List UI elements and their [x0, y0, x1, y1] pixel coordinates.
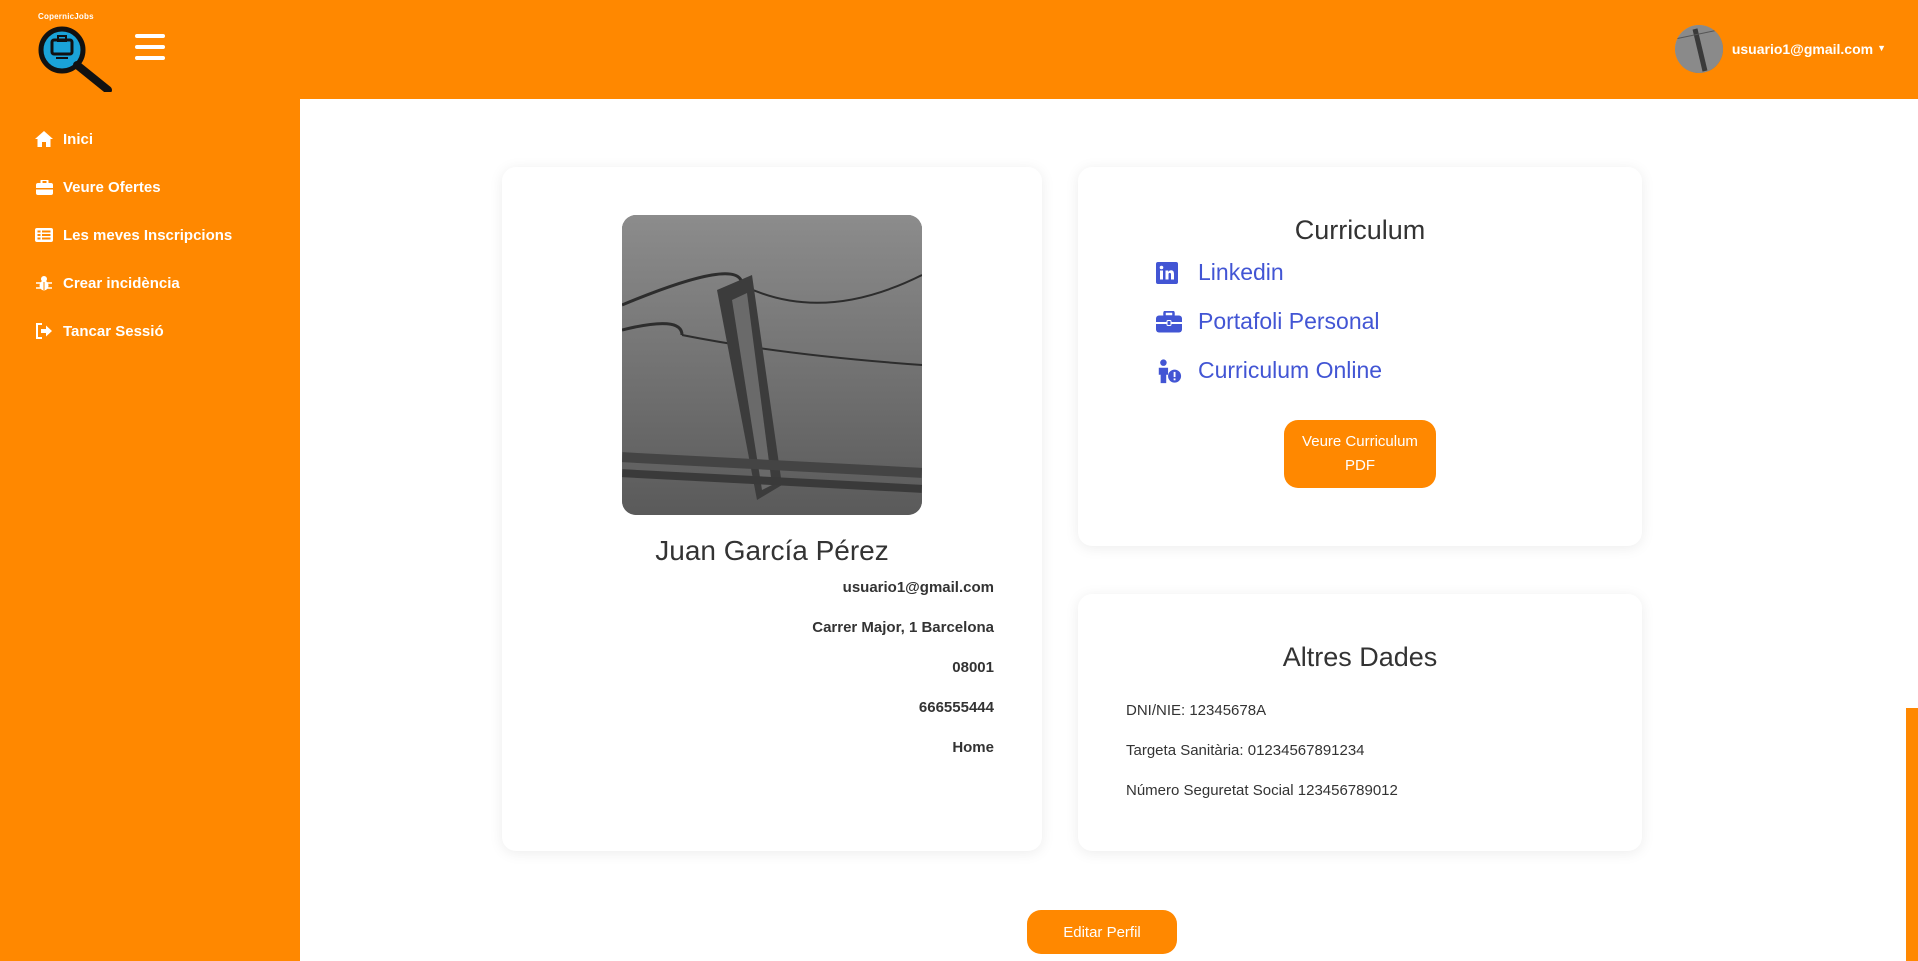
- sidebar-item-label: Inici: [63, 130, 94, 148]
- profile-name: Juan García Pérez: [655, 535, 889, 566]
- linkedin-icon: [1156, 260, 1182, 286]
- user-menu[interactable]: usuario1@gmail.com ▼: [1674, 24, 1886, 74]
- scrollbar[interactable]: [1906, 708, 1918, 961]
- profile-phone: 666555444: [918, 699, 994, 716]
- view-cv-pdf-button[interactable]: Veure Curriculum PDF: [1284, 420, 1436, 488]
- other-data-card: Altres Dades DNI/NIE: 12345678A Targeta …: [1078, 594, 1642, 851]
- sidebar-item-label: Les meves Inscripcions: [63, 226, 233, 244]
- list-icon: [34, 225, 54, 245]
- sidebar-item-inici[interactable]: Inici: [0, 115, 300, 163]
- online-cv-link[interactable]: Curriculum Online: [1156, 357, 1382, 384]
- sidebar-item-label: Tancar Sessió: [63, 322, 164, 340]
- curriculum-card: Curriculum Linkedin Portafoli Personal C…: [1078, 167, 1642, 546]
- sidebar-item-crear-incidencia[interactable]: Crear incidència: [0, 259, 300, 307]
- sidebar-item-inscripcions[interactable]: Les meves Inscripcions: [0, 211, 300, 259]
- avatar: [1674, 25, 1723, 73]
- profile-details: usuario1@gmail.com Carrer Major, 1 Barce…: [812, 579, 994, 779]
- other-data-title: Altres Dades: [1282, 642, 1438, 672]
- logout-icon: [34, 321, 54, 341]
- portfolio-link-label: Portafoli Personal: [1198, 308, 1380, 334]
- sidebar-item-label: Veure Ofertes: [63, 178, 161, 196]
- linkedin-link[interactable]: Linkedin: [1156, 259, 1284, 286]
- hamburger-menu-icon[interactable]: [135, 34, 165, 62]
- edit-profile-button[interactable]: Editar Perfil: [1027, 910, 1177, 954]
- profile-email: usuario1@gmail.com: [842, 579, 994, 596]
- profile-card: Juan García Pérez usuario1@gmail.com Car…: [502, 167, 1042, 851]
- online-cv-link-label: Curriculum Online: [1198, 357, 1383, 383]
- sidebar-item-label: Crear incidència: [63, 274, 180, 292]
- profile-postal-code: 08001: [952, 659, 994, 676]
- briefcase-icon: [1156, 309, 1182, 335]
- chevron-down-icon: ▼: [1877, 42, 1886, 53]
- health-card-field: Targeta Sanitària: 01234567891234: [1126, 742, 1365, 759]
- profile-address: Carrer Major, 1 Barcelona: [812, 619, 994, 636]
- home-icon: [34, 129, 54, 149]
- sidebar-item-tancar-sessio[interactable]: Tancar Sessió: [0, 307, 300, 355]
- briefcase-icon: [34, 177, 54, 197]
- profile-photo: [622, 215, 922, 515]
- top-navbar: CopernicJobs usuario1@gmail.com ▼: [0, 0, 1918, 99]
- social-security-field: Número Seguretat Social 123456789012: [1126, 782, 1398, 799]
- user-email: usuario1@gmail.com: [1731, 41, 1874, 57]
- profile-gender: Home: [952, 739, 994, 756]
- curriculum-title: Curriculum: [1294, 215, 1426, 245]
- logo-text: CopernicJobs: [38, 12, 94, 21]
- person-info-icon: [1156, 358, 1182, 384]
- portfolio-link[interactable]: Portafoli Personal: [1156, 308, 1380, 335]
- dni-field: DNI/NIE: 12345678A: [1126, 702, 1267, 719]
- sidebar: Inici Veure Ofertes Les meves Inscripcio…: [0, 99, 300, 961]
- copernicjobs-logo-icon[interactable]: [36, 12, 116, 94]
- bug-icon: [34, 273, 54, 293]
- linkedin-link-label: Linkedin: [1198, 259, 1284, 285]
- sidebar-item-veure-ofertes[interactable]: Veure Ofertes: [0, 163, 300, 211]
